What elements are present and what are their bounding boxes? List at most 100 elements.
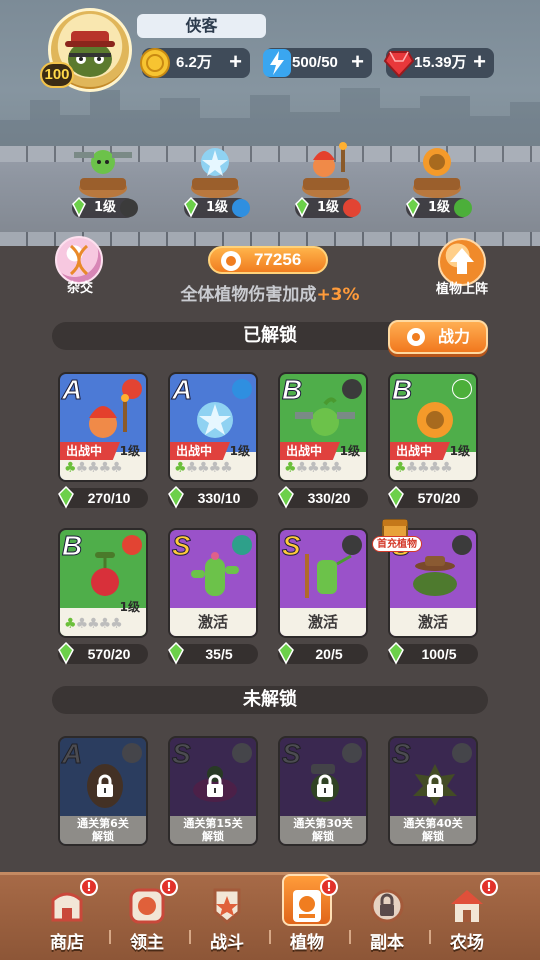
card-level: 1级 [119,600,140,614]
ice-element-icon [232,199,250,217]
cowboy-plant-icon [413,556,457,596]
cactus-plant-icon [191,552,239,596]
shard-count-4: 570/20 [388,485,478,509]
gem-resource[interactable]: 15.39万 + [383,48,494,78]
lock-icon [317,774,333,797]
card-level: 1级 [339,444,360,458]
in-battle-tag: 出战中 [170,442,230,460]
shard-count-5: 570/20 [58,641,148,665]
deployed-slot-4[interactable]: 1级 [402,140,472,220]
clover-icon [295,196,309,218]
first-charge-badge[interactable]: 首充植物 [372,512,422,552]
slot-4-level: 1级 [406,196,472,218]
plant-card-2[interactable]: A 出战中 1级 ♣♣♣♣♣ [168,372,258,482]
shard-count-6: 35/5 [168,641,258,665]
gold-add-button[interactable]: + [229,48,242,76]
clover-icon [72,196,86,218]
nav-plants[interactable]: ! 植物 [272,874,342,956]
notification-badge: ! [320,878,338,896]
cherry-plant-icon [91,552,119,596]
locked-card-1[interactable]: A 通关第6关 解锁 [58,736,148,846]
notification-badge: ! [160,878,178,896]
plant-card-7[interactable]: S 激活 [278,528,368,638]
power-icon [407,328,425,346]
slot-2-level: 1级 [184,196,250,218]
shard-count-2: 330/10 [168,485,258,509]
card-level: 1级 [229,444,250,458]
gem-add-button[interactable]: + [473,48,486,76]
player-name[interactable]: 侠客 [137,14,266,38]
clover-icon [388,641,404,665]
power-icon [221,251,241,271]
notification-badge: ! [480,878,498,896]
fire-element-icon [343,199,361,217]
deployed-slot-2[interactable]: 1级 [180,140,250,220]
locked-card-2[interactable]: S 通关第15关 解锁 [168,736,258,846]
locked-card-3[interactable]: S 通关第30关 解锁 [278,736,368,846]
clover-icon [184,196,198,218]
plant-card-1[interactable]: A 出战中 1级 ♣♣♣♣♣ [58,372,148,482]
clover-icon [58,485,74,509]
peashooter-plant-icon [295,397,355,436]
activate-button[interactable]: 激活 [390,608,476,636]
ice-plant-icon [191,148,239,198]
gold-resource[interactable]: 6.2万 + [140,48,250,78]
locked-card-4[interactable]: S 通关第40关 解锁 [388,736,478,846]
plant-card-3[interactable]: B 出战中 1级 ♣♣♣♣♣ [278,372,368,482]
battle-icon [213,888,241,924]
notification-badge: ! [80,878,98,896]
bamboo-plant-icon [305,554,352,598]
dna-icon [69,244,89,276]
clover-icon [406,196,420,218]
sunflower-plant-icon [413,148,461,198]
clover-icon [278,641,294,665]
power-sort-button[interactable]: 战力 [388,320,488,354]
shard-count-3: 330/20 [278,485,368,509]
in-battle-tag: 出战中 [60,442,120,460]
card-level: 1级 [119,444,140,458]
nav-dungeon[interactable]: 副本 [352,878,422,956]
nav-battle[interactable]: 战斗 [192,878,262,956]
energy-resource[interactable]: 500/50 + [263,48,372,78]
plant-card-5[interactable]: B 1级 ♣♣♣♣♣ [58,528,148,638]
shard-count-7: 20/5 [278,641,368,665]
nav-shop[interactable]: ! 商店 [32,878,102,956]
in-battle-tag: 出战中 [390,442,450,460]
plant-card-4[interactable]: B 出战中 1级 ♣♣♣♣♣ [388,372,478,482]
card-stars: ♣♣♣♣♣ [394,460,453,476]
lock-icon [97,774,113,797]
nav-farm[interactable]: ! 农场 [432,878,502,956]
peashooter-plant-icon [74,150,132,198]
slot-1-level: 1级 [72,196,138,218]
lock-icon [427,774,443,797]
card-stars: ♣♣♣♣♣ [64,616,123,632]
energy-add-button[interactable]: + [351,48,364,76]
fire-plant-icon [302,142,350,198]
unlock-requirement: 通关第40关 解锁 [390,816,476,844]
deployed-slot-1[interactable]: 1级 [68,140,138,220]
nav-lord[interactable]: ! 领主 [112,878,182,956]
clover-icon [168,641,184,665]
sunflower-plant-icon [417,402,453,438]
player-level-badge: 100 [40,62,74,88]
clover-icon [168,485,184,509]
locked-section-header: 未解锁 [52,686,488,714]
slot-3-level: 1级 [295,196,361,218]
lock-icon [207,774,223,797]
unlock-requirement: 通关第15关 解锁 [170,816,256,844]
deployed-slot-3[interactable]: 1级 [291,140,361,220]
unlock-requirement: 通关第6关 解锁 [60,816,146,844]
plant-card-6[interactable]: S 激活 [168,528,258,638]
activate-button[interactable]: 激活 [280,608,366,636]
nature-element-icon [454,199,472,217]
clover-icon [58,641,74,665]
card-stars: ♣♣♣♣♣ [64,460,123,476]
shard-count-1: 270/10 [58,485,148,509]
card-level: 1级 [449,444,470,458]
fire-plant-icon [89,394,129,438]
first-charge-label: 首充植物 [372,536,422,552]
gold-value: 6.2万 [176,54,212,71]
in-battle-tag: 出战中 [280,442,340,460]
card-stars: ♣♣♣♣♣ [284,460,343,476]
activate-button[interactable]: 激活 [170,608,256,636]
